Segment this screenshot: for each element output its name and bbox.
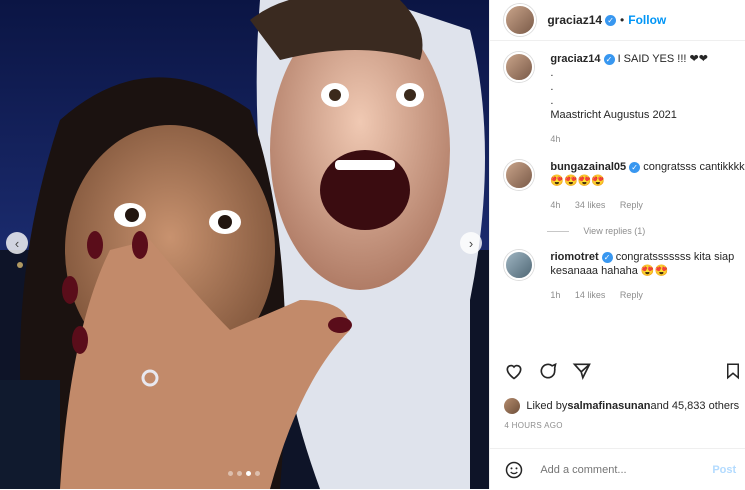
comment-likes[interactable]: 34 likes bbox=[575, 200, 606, 210]
comments-section: graciaz14 ✓ I SAID YES !!! ❤❤ . . . Maast… bbox=[504, 52, 745, 302]
verified-icon: ✓ bbox=[605, 14, 617, 26]
comment-username[interactable]: riomotret bbox=[550, 251, 598, 263]
comment-input[interactable] bbox=[538, 462, 713, 477]
caption-time[interactable]: 4h bbox=[550, 134, 560, 144]
bookmark-icon[interactable] bbox=[724, 361, 742, 381]
comment-item: riomotret ✓ congratsssssss kita siap kesa… bbox=[504, 250, 745, 302]
post-comment-button[interactable]: Post bbox=[712, 464, 736, 476]
divider bbox=[547, 230, 570, 232]
header-username[interactable]: graciaz14 bbox=[547, 13, 602, 27]
avatar[interactable] bbox=[504, 52, 535, 82]
verified-icon: ✓ bbox=[629, 161, 641, 173]
post-sidebar: graciaz14 ✓ • Follow graciaz14 ✓ I SAID Y… bbox=[489, 0, 745, 489]
follow-button[interactable]: Follow bbox=[628, 13, 666, 27]
comment-time[interactable]: 1h bbox=[550, 290, 560, 300]
post-header: graciaz14 ✓ • Follow bbox=[490, 0, 745, 41]
carousel-prev-button[interactable]: ‹ bbox=[6, 232, 28, 254]
comment-username[interactable]: bungazainal05 bbox=[550, 161, 626, 173]
avatar[interactable] bbox=[504, 4, 537, 36]
liker-username[interactable]: salmafinasunan bbox=[567, 400, 650, 412]
action-bar bbox=[504, 361, 740, 381]
carousel-dot-active bbox=[246, 471, 251, 476]
view-replies-button[interactable]: View replies (1) bbox=[547, 226, 745, 236]
chevron-right-icon: › bbox=[468, 235, 474, 251]
photo-illustration bbox=[0, 0, 490, 489]
view-replies-label: View replies (1) bbox=[583, 226, 646, 236]
verified-icon: ✓ bbox=[601, 251, 613, 263]
comment-time[interactable]: 4h bbox=[550, 200, 560, 210]
emoji-icon[interactable] bbox=[504, 460, 524, 480]
verified-icon: ✓ bbox=[603, 53, 615, 65]
likes-prefix: Liked by bbox=[526, 400, 568, 412]
caption-line: . bbox=[550, 95, 554, 107]
avatar bbox=[504, 398, 521, 414]
reply-button[interactable]: Reply bbox=[620, 200, 643, 210]
caption-line: . bbox=[550, 81, 554, 93]
heart-icon[interactable] bbox=[504, 361, 524, 381]
carousel-indicator bbox=[228, 471, 260, 476]
caption-line: I SAID YES !!! ❤❤ bbox=[617, 53, 708, 65]
likes-summary[interactable]: Liked by salmafinasunan and 45,833 other… bbox=[504, 398, 739, 414]
post-photo[interactable]: ‹ › bbox=[0, 0, 490, 489]
caption: graciaz14 ✓ I SAID YES !!! ❤❤ . . . Maast… bbox=[504, 52, 745, 146]
comment-icon[interactable] bbox=[538, 361, 558, 381]
carousel-dot bbox=[255, 471, 260, 476]
carousel-dot bbox=[228, 471, 233, 476]
header-separator: • bbox=[620, 13, 625, 27]
carousel-dot bbox=[237, 471, 242, 476]
caption-line: . bbox=[550, 67, 554, 79]
caption-username[interactable]: graciaz14 bbox=[550, 53, 600, 65]
add-comment-bar: Post bbox=[490, 448, 745, 490]
carousel-next-button[interactable]: › bbox=[460, 232, 482, 254]
likes-suffix: and 45,833 others bbox=[650, 400, 740, 412]
comment-likes[interactable]: 14 likes bbox=[575, 290, 606, 300]
caption-line: Maastricht Augustus 2021 bbox=[550, 109, 677, 121]
comment-item: bungazainal05 ✓ congratsss cantikkkk 😍😍😍😍… bbox=[504, 160, 745, 212]
post-timestamp[interactable]: 4 HOURS AGO bbox=[504, 421, 562, 430]
avatar[interactable] bbox=[504, 160, 535, 190]
instagram-post: ‹ › graciaz14 ✓ • Follow graciaz14 ✓ I SA… bbox=[0, 0, 745, 489]
reply-button[interactable]: Reply bbox=[620, 290, 643, 300]
share-icon[interactable] bbox=[572, 361, 592, 381]
avatar[interactable] bbox=[504, 250, 535, 280]
chevron-left-icon: ‹ bbox=[14, 235, 20, 251]
